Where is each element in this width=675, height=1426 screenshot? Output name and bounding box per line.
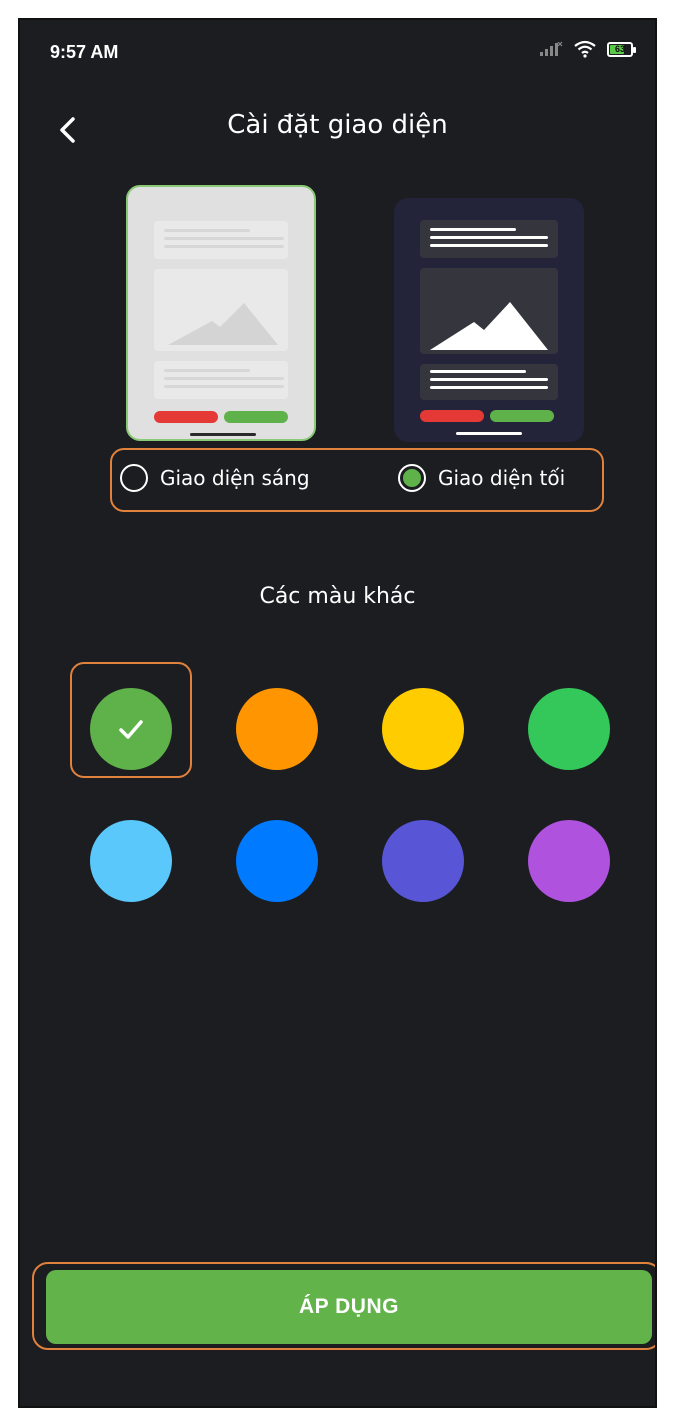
apply-button[interactable]: ÁP DỤNG: [46, 1270, 652, 1344]
screen: 9:57 AM 63 Cài đặt giao diện Giao diện s…: [20, 20, 655, 1406]
light-theme-preview[interactable]: [126, 185, 316, 441]
battery-icon: 63: [607, 41, 636, 57]
color-swatch-light-blue[interactable]: [90, 820, 172, 902]
color-swatch-yellow[interactable]: [382, 688, 464, 770]
colors-section-title: Các màu khác: [259, 584, 416, 609]
theme-radio-group: Giao diện sáng Giao diện tối: [110, 448, 604, 512]
color-swatch-blue[interactable]: [236, 820, 318, 902]
preview-image-block: [154, 269, 288, 351]
preview-text-block: [420, 364, 558, 400]
battery-level: 63: [614, 44, 625, 54]
color-swatch-green[interactable]: [90, 688, 172, 770]
page-title: Cài đặt giao diện: [227, 110, 448, 140]
status-time: 9:57 AM: [50, 42, 119, 62]
color-swatch-orange[interactable]: [236, 688, 318, 770]
preview-text-block: [154, 221, 288, 259]
preview-image-block: [420, 268, 558, 354]
preview-text-block: [154, 361, 288, 399]
preview-text-block: [420, 220, 558, 258]
radio-light-theme[interactable]: Giao diện sáng: [120, 464, 310, 492]
radio-checked-icon: [398, 464, 426, 492]
radio-unchecked-icon: [120, 464, 148, 492]
status-icons: 63: [539, 40, 636, 58]
radio-dark-theme[interactable]: Giao diện tối: [398, 464, 565, 492]
wifi-icon: [574, 40, 596, 58]
dark-theme-preview[interactable]: [394, 198, 584, 442]
phone-frame: 9:57 AM 63 Cài đặt giao diện Giao diện s…: [18, 18, 657, 1408]
radio-light-label: Giao diện sáng: [160, 466, 310, 490]
color-swatch-indigo[interactable]: [382, 820, 464, 902]
radio-dark-label: Giao diện tối: [438, 466, 566, 490]
signal-icon: [540, 41, 563, 56]
color-swatch-purple[interactable]: [528, 820, 610, 902]
color-swatch-bright-green[interactable]: [528, 688, 610, 770]
check-icon: [119, 720, 143, 739]
